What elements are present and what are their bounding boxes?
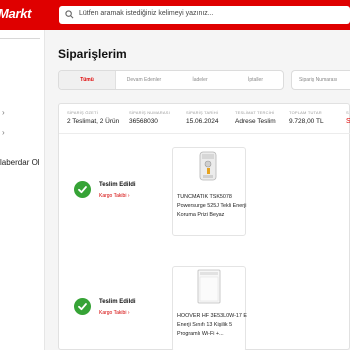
page-title: Siparişlerim bbox=[58, 47, 127, 61]
site-search-input[interactable]: Lütfen aramak istediğiniz kelimeyi yazın… bbox=[59, 6, 350, 24]
summary-value: 2 Teslimat, 2 Ürün bbox=[67, 118, 120, 125]
order-number-label: SİPARİŞ NUMARASI bbox=[129, 110, 170, 115]
delivery-preference-label: TESLİMAT TERCİHİ bbox=[235, 110, 275, 115]
delivery-status-text: Teslim Edildi bbox=[99, 299, 136, 305]
check-icon bbox=[74, 298, 91, 315]
chevron-right-icon: › bbox=[127, 310, 130, 316]
summary-label: SİPARİŞ ÖZETİ bbox=[67, 110, 98, 115]
chevron-right-icon[interactable]: › bbox=[2, 108, 5, 117]
order-number-column: SİPARİŞ NUMARASI 36568030 bbox=[129, 110, 170, 125]
order-summary-header: SİPARİŞ ÖZETİ 2 Teslimat, 2 Ürün SİPARİŞ… bbox=[59, 104, 350, 134]
order-date-column: SİPARİŞ TARİHİ 15.06.2024 bbox=[186, 110, 219, 125]
product-image bbox=[199, 151, 217, 181]
orders-main: Siparişlerim Tümü Devam Edenler İadeler … bbox=[45, 30, 350, 350]
total-amount-value: 9.728,00 TL bbox=[289, 118, 324, 125]
order-detail-column[interactable]: S S bbox=[346, 110, 350, 125]
product-card[interactable]: HOOVER HF 3E53L0W-17 E Enerji Sınıfı 13 … bbox=[172, 266, 247, 350]
delivery-preference-value: Adrese Teslim bbox=[235, 118, 276, 125]
search-icon bbox=[65, 10, 74, 19]
tab-cancellations[interactable]: İptaller bbox=[228, 71, 283, 89]
order-number-value: 36568030 bbox=[129, 118, 158, 125]
sidebar-divider bbox=[0, 38, 40, 39]
chevron-right-icon[interactable]: › bbox=[2, 128, 5, 137]
order-detail-label: S bbox=[346, 110, 349, 115]
total-amount-column: TOPLAM TUTAR 9.728,00 TL bbox=[289, 110, 324, 125]
tab-returns[interactable]: İadeler bbox=[172, 71, 228, 89]
cargo-tracking-label: Kargo Takibi bbox=[99, 310, 127, 316]
summary-column: SİPARİŞ ÖZETİ 2 Teslimat, 2 Ürün bbox=[67, 110, 119, 125]
order-detail-link[interactable]: S bbox=[346, 118, 350, 125]
search-placeholder: Lütfen aramak istediğiniz kelimeyi yazın… bbox=[79, 10, 214, 17]
order-filter-tabs: Tümü Devam Edenler İadeler İptaller bbox=[58, 70, 284, 90]
order-date-value: 15.06.2024 bbox=[186, 118, 219, 125]
chevron-right-icon: › bbox=[127, 193, 130, 199]
delivery-preference-column: TESLİMAT TERCİHİ Adrese Teslim bbox=[235, 110, 276, 125]
product-card[interactable]: TUNCMATIK TSK5078 Powersurge 525J Tekli … bbox=[172, 147, 246, 236]
tab-ongoing[interactable]: Devam Edenler bbox=[116, 71, 172, 89]
cargo-tracking-link[interactable]: Kargo Takibi › bbox=[99, 193, 130, 199]
account-sidebar: › › laberdar Ol bbox=[0, 30, 45, 350]
order-card: SİPARİŞ ÖZETİ 2 Teslimat, 2 Ürün SİPARİŞ… bbox=[58, 103, 350, 350]
brand-logo[interactable]: Markt bbox=[0, 6, 31, 21]
delivery-status-text: Teslim Edildi bbox=[99, 182, 136, 188]
sidebar-item-newsletter[interactable]: laberdar Ol bbox=[0, 158, 40, 167]
cargo-tracking-link[interactable]: Kargo Takibi › bbox=[99, 310, 130, 316]
product-image bbox=[197, 269, 221, 304]
total-amount-label: TOPLAM TUTAR bbox=[289, 110, 322, 115]
check-icon bbox=[74, 181, 91, 198]
order-number-search-input[interactable]: Sipariş Numarası bbox=[291, 70, 350, 90]
product-name[interactable]: HOOVER HF 3E53L0W-17 E Enerji Sınıfı 13 … bbox=[177, 312, 247, 339]
tab-all[interactable]: Tümü bbox=[59, 71, 116, 89]
order-search-placeholder: Sipariş Numarası bbox=[299, 77, 338, 83]
top-header: Markt Lütfen aramak istediğiniz kelimeyi… bbox=[0, 0, 350, 30]
order-date-label: SİPARİŞ TARİHİ bbox=[186, 110, 219, 115]
cargo-tracking-label: Kargo Takibi bbox=[99, 193, 127, 199]
product-name[interactable]: TUNCMATIK TSK5078 Powersurge 525J Tekli … bbox=[177, 193, 247, 220]
